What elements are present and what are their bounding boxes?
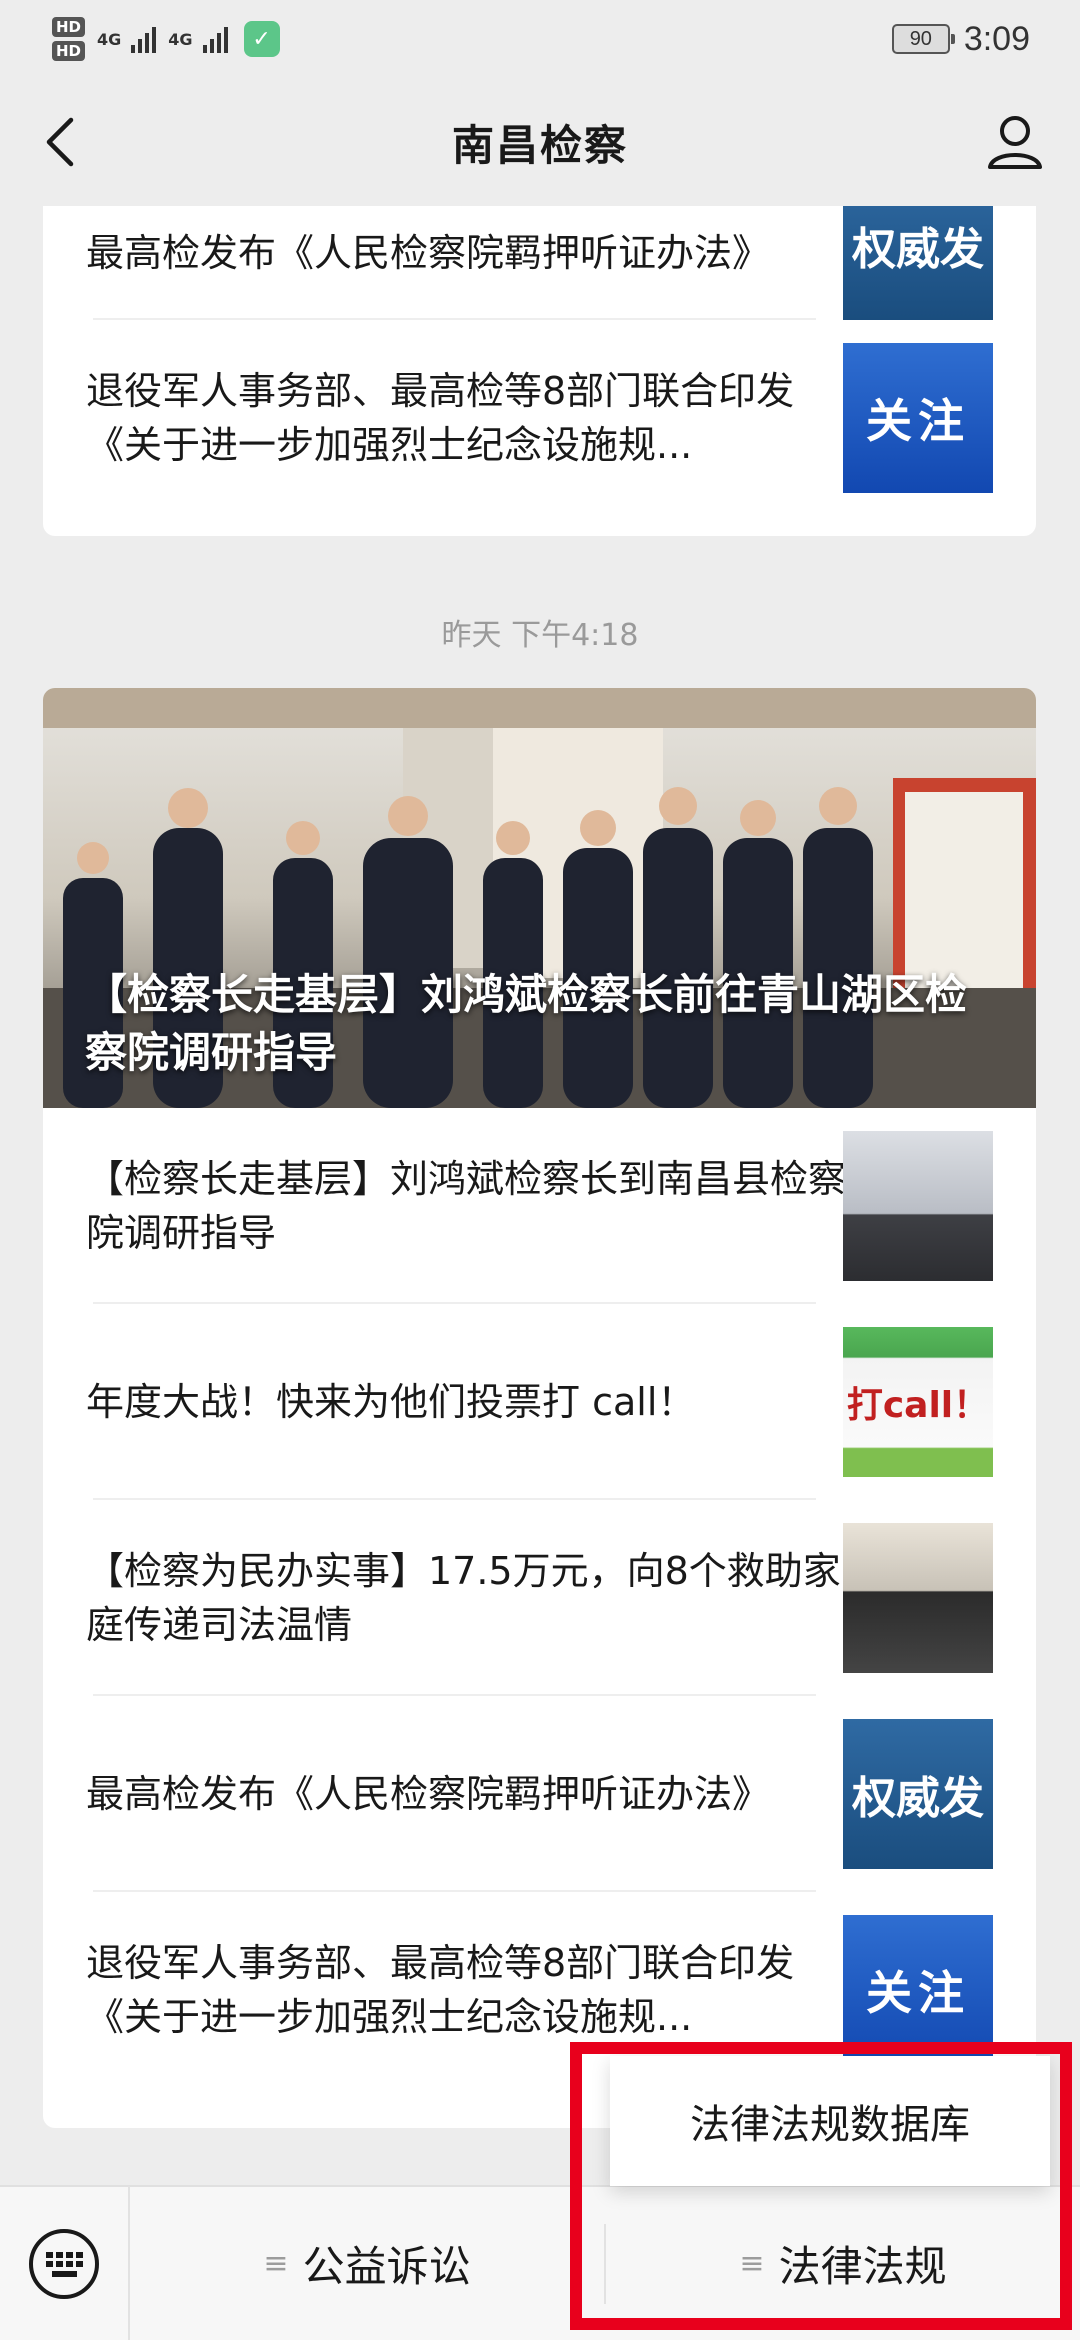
- article-title: 【检察长走基层】刘鸿斌检察长到南昌县检察院调研指导: [86, 1157, 847, 1255]
- article-card: 【检察长走基层】刘鸿斌检察长前往青山湖区检察院调研指导 【检察长走基层】刘鸿斌检…: [43, 688, 1036, 2128]
- list-item[interactable]: 最高检发布《人民检察院羁押听证办法》 权威发: [43, 1696, 1036, 1892]
- article-thumbnail: 关注: [843, 343, 993, 493]
- chevron-left-icon: [46, 117, 74, 167]
- menu-icon: ≡: [739, 2246, 765, 2281]
- back-button[interactable]: [30, 108, 90, 176]
- thumbnail-text: 关注: [866, 394, 970, 448]
- article-title: 【检察为民办实事】17.5万元，向8个救助家庭传递司法温情: [86, 1549, 841, 1647]
- article-thumbnail: [843, 1523, 993, 1673]
- list-item[interactable]: 最高检发布《人民检察院羁押听证办法》 权威发: [43, 206, 1036, 320]
- thumbnail-text: 关注: [866, 1966, 970, 2020]
- menu-gongyi-susong[interactable]: ≡ 公益诉讼: [130, 2186, 604, 2340]
- network-type-2: 4G: [168, 29, 193, 49]
- article-thumbnail: 关注: [843, 1915, 993, 2065]
- menu-label: 公益诉讼: [302, 2242, 471, 2291]
- bottom-menu-bar: ≡ 公益诉讼 ≡ 法律法规: [0, 2185, 1080, 2340]
- thumbnail-text: 打call！: [846, 1385, 990, 1426]
- navigation-bar: 南昌检察: [0, 78, 1080, 206]
- status-left: HD HD 4G 4G ✓: [52, 17, 280, 61]
- list-item[interactable]: 退役军人事务部、最高检等8部门联合印发《关于进一步加强烈士纪念设施规... 关注: [43, 320, 1036, 516]
- menu-falv-fagui[interactable]: ≡ 法律法规: [606, 2186, 1080, 2340]
- article-title: 最高检发布《人民检察院羁押听证办法》: [86, 231, 771, 275]
- article-title: 最高检发布《人民检察院羁押听证办法》: [86, 1772, 771, 1816]
- list-item[interactable]: 【检察为民办实事】17.5万元，向8个救助家庭传递司法温情: [43, 1500, 1036, 1696]
- thumbnail-text: 权威发: [852, 1773, 984, 1824]
- keyboard-icon: [29, 2228, 99, 2299]
- status-bar: HD HD 4G 4G ✓ 90 3:09: [0, 0, 1080, 78]
- hd-indicators: HD HD: [52, 17, 86, 61]
- shield-icon: ✓: [243, 21, 280, 57]
- thumbnail-text: 权威发: [852, 224, 984, 275]
- article-title: 年度大战！快来为他们投票打 call！: [86, 1380, 696, 1424]
- network-type-1: 4G: [97, 29, 122, 49]
- list-item[interactable]: 【检察长走基层】刘鸿斌检察长到南昌县检察院调研指导: [43, 1108, 1036, 1304]
- submenu-item-falv-fagui-shujuku[interactable]: 法律法规数据库: [690, 2092, 970, 2150]
- person-icon: [988, 116, 1042, 169]
- message-timestamp: 昨天 下午4:18: [441, 618, 639, 653]
- hero-title: 【检察长走基层】刘鸿斌检察长前往青山湖区检察院调研指导: [85, 970, 968, 1077]
- article-thumbnail: 打call！: [843, 1327, 993, 1477]
- keyboard-toggle-button[interactable]: [0, 2186, 130, 2340]
- status-right: 90 3:09: [891, 19, 1030, 59]
- hd-badge-1: HD: [52, 17, 86, 37]
- article-title: 退役军人事务部、最高检等8部门联合印发《关于进一步加强烈士纪念设施规...: [86, 369, 795, 467]
- hd-badge-2: HD: [52, 41, 86, 61]
- signal-icon: [131, 25, 157, 53]
- article-thumbnail: [843, 1131, 993, 1281]
- article-title: 退役军人事务部、最高检等8部门联合印发《关于进一步加强烈士纪念设施规...: [86, 1941, 795, 2039]
- hero-article[interactable]: 【检察长走基层】刘鸿斌检察长前往青山湖区检察院调研指导: [43, 688, 1036, 1108]
- article-thumbnail: 权威发: [843, 1719, 993, 1869]
- list-item[interactable]: 年度大战！快来为他们投票打 call！ 打call！: [43, 1304, 1036, 1500]
- battery-level: 90: [909, 27, 932, 50]
- submenu-popup: 法律法规数据库: [610, 2056, 1050, 2186]
- battery-icon: 90: [891, 24, 955, 54]
- page-title: 南昌检察: [451, 120, 628, 170]
- signal-icon-2: [202, 25, 228, 53]
- article-thumbnail: 权威发: [843, 206, 993, 320]
- article-card-previous: 最高检发布《人民检察院羁押听证办法》 权威发 退役军人事务部、最高检等8部门联合…: [43, 206, 1036, 536]
- menu-label: 法律法规: [778, 2242, 947, 2291]
- menu-icon: ≡: [263, 2246, 289, 2281]
- profile-button[interactable]: [980, 106, 1050, 176]
- clock: 3:09: [963, 19, 1030, 58]
